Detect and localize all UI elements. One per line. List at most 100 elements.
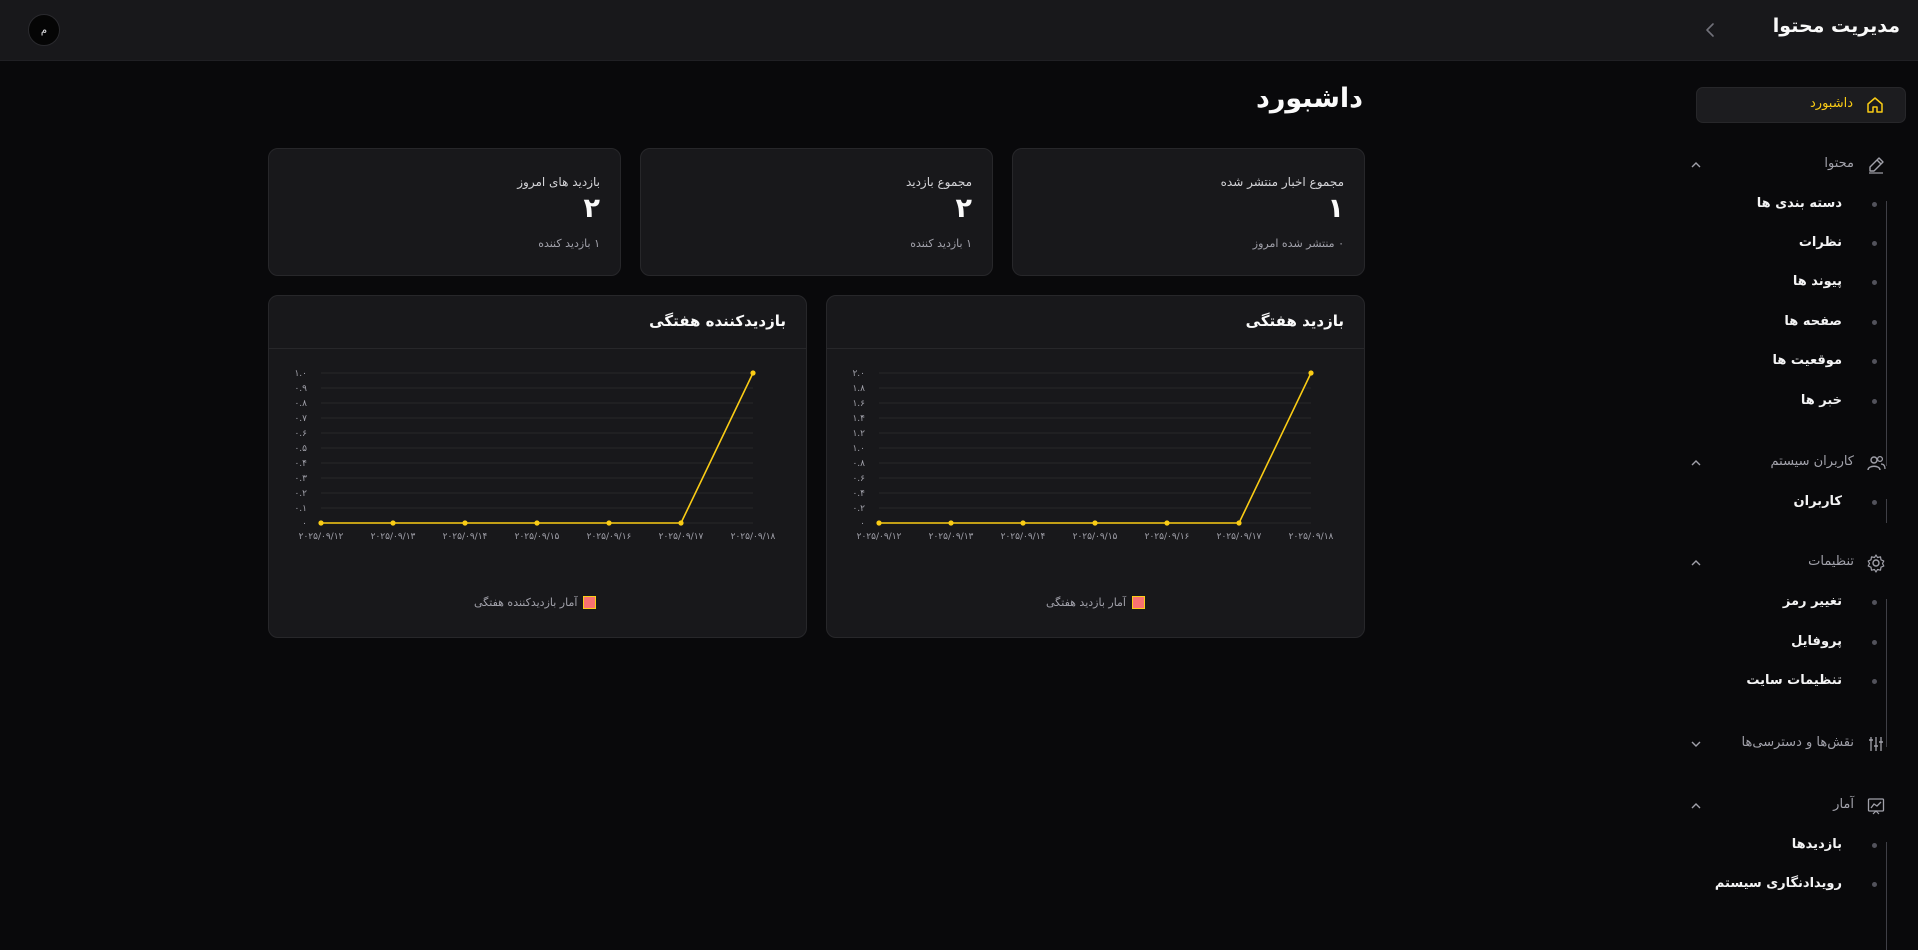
x-tick-label: ۲۰۲۵/۰۹/۱۴ — [1001, 532, 1046, 542]
sidebar-item-news[interactable]: خبر ها — [1670, 388, 1906, 416]
home-icon — [1867, 97, 1883, 113]
y-tick-label: ۱.۲ — [852, 429, 865, 439]
chart-header: بازدید هفتگی — [827, 296, 1364, 349]
sidebar-item-links[interactable]: پیوند ها — [1670, 269, 1906, 297]
tree-dot — [1872, 843, 1877, 848]
data-point — [948, 520, 954, 526]
y-tick-label: ۰.۵ — [294, 444, 307, 454]
tree-dot — [1872, 320, 1877, 325]
sidebar-item-change-password[interactable]: تغییر رمز — [1670, 589, 1906, 617]
chevron-up-icon — [1691, 803, 1701, 809]
tree-dot — [1872, 500, 1877, 505]
sidebar-group-label: آمار — [1833, 797, 1854, 812]
chevron-up-icon — [1691, 162, 1701, 168]
data-point — [1236, 520, 1242, 526]
sidebar-item-categories[interactable]: دسته بندی ها — [1670, 191, 1906, 219]
tree-dot — [1872, 600, 1877, 605]
chart-header: بازدیدکننده هفتگی — [269, 296, 806, 349]
data-point — [534, 520, 540, 526]
chart-title: بازدیدکننده هفتگی — [649, 312, 786, 330]
tree-dot — [1872, 640, 1877, 645]
top-bar: مدیریت محتوا م — [0, 0, 1918, 61]
tree-dot — [1872, 241, 1877, 246]
y-tick-label: ۰.۶ — [294, 429, 307, 439]
chevron-up-icon — [1691, 460, 1701, 466]
tree-dot — [1872, 679, 1877, 684]
x-tick-label: ۲۰۲۵/۰۹/۱۲ — [857, 532, 902, 542]
y-tick-label: ۱.۸ — [852, 384, 865, 394]
stat-value: ۲ — [955, 193, 972, 224]
avatar[interactable]: م — [28, 14, 60, 46]
sidebar-group-label: نقش‌ها و دسترسی‌ها — [1741, 735, 1854, 750]
tree-dot — [1872, 202, 1877, 207]
stat-card-today-visits: بازدید های امروز ۲ ۱ بازدید کننده — [268, 148, 621, 276]
sidebar-item-label: داشبورد — [1810, 96, 1853, 111]
sidebar-item-pages[interactable]: صفحه ها — [1670, 309, 1906, 337]
sliders-icon — [1869, 737, 1883, 751]
chevron-left-icon — [1706, 23, 1714, 37]
chart-weekly-visits: ۰ ۰.۲ ۰.۴ ۰.۶ ۰.۸ ۱.۰ ۱.۲ ۱.۴ ۱.۶ ۱.۸ ۲.۰ ۲۰۲۵/۰۹/۱… — [852, 369, 1334, 542]
y-tick-label: ۰.۴ — [294, 459, 307, 469]
data-point — [1092, 520, 1098, 526]
y-tick-label: ۱.۰ — [852, 444, 865, 454]
sidebar-item-label: کاربران — [1793, 494, 1842, 509]
sidebar-group-users[interactable]: کاربران سیستم — [1670, 449, 1906, 477]
y-tick-label: ۰.۴ — [852, 489, 865, 499]
sidebar-item-label: خبر ها — [1800, 393, 1842, 408]
sidebar-group-stats[interactable]: آمار — [1670, 792, 1906, 820]
x-tick-label: ۲۰۲۵/۰۹/۱۷ — [1217, 532, 1262, 542]
x-tick-label: ۲۰۲۵/۰۹/۱۸ — [1289, 532, 1334, 542]
x-tick-label: ۲۰۲۵/۰۹/۱۴ — [443, 532, 488, 542]
sidebar-group-roles[interactable]: نقش‌ها و دسترسی‌ها — [1670, 730, 1906, 758]
sidebar-item-label: موقعیت ها — [1772, 353, 1842, 368]
sidebar-group-settings[interactable]: تنظیمات — [1670, 549, 1906, 577]
data-point — [876, 520, 882, 526]
tree-dot — [1872, 882, 1877, 887]
stat-subtext: ۱ بازدید کننده — [910, 237, 972, 250]
sidebar-item-label: بازدیدها — [1791, 837, 1842, 852]
stat-subtext: ۱ بازدید کننده — [538, 237, 600, 250]
y-tick-label: ۲.۰ — [852, 369, 865, 379]
data-point — [318, 520, 324, 526]
stat-card-published-news: مجموع اخبار منتشر شده ۱ ۰ منتشر شده امرو… — [1012, 148, 1365, 276]
data-point — [462, 520, 468, 526]
sidebar-item-visits[interactable]: بازدیدها — [1670, 832, 1906, 860]
y-tick-label: ۰.۶ — [852, 474, 865, 484]
y-tick-label: ۰.۳ — [294, 474, 307, 484]
stat-card-total-visits: مجموع بازدید ۲ ۱ بازدید کننده — [640, 148, 993, 276]
sidebar-item-comments[interactable]: نظرات — [1670, 230, 1906, 258]
y-tick-label: ۰.۸ — [294, 399, 307, 409]
sidebar-item-system-log[interactable]: رویدادنگاری سیستم — [1670, 871, 1906, 899]
sidebar-item-positions[interactable]: موقعیت ها — [1670, 348, 1906, 376]
x-tick-label: ۲۰۲۵/۰۹/۱۵ — [1073, 532, 1118, 542]
stat-value: ۲ — [583, 193, 600, 224]
chart-legend[interactable]: آمار بازدیدکننده هفتگی — [474, 594, 597, 610]
y-tick-label: ۰.۱ — [294, 504, 307, 514]
x-tick-label: ۲۰۲۵/۰۹/۱۶ — [587, 532, 632, 542]
x-tick-label: ۲۰۲۵/۰۹/۱۳ — [371, 532, 416, 542]
page-title: داشبورد — [1255, 83, 1363, 114]
sidebar-item-users[interactable]: کاربران — [1670, 489, 1906, 517]
sidebar-item-site-settings[interactable]: تنظیمات سایت — [1670, 668, 1906, 696]
y-tick-label: ۱.۴ — [852, 414, 865, 424]
sidebar-item-label: دسته بندی ها — [1756, 196, 1842, 211]
chevron-up-icon — [1691, 560, 1701, 566]
legend-label: آمار بازدیدکننده هفتگی — [474, 595, 578, 609]
collapse-sidebar-button[interactable] — [1700, 19, 1722, 41]
sidebar-group-label: محتوا — [1824, 156, 1854, 171]
chart-card-weekly-visitors: بازدیدکننده هفتگی ۰ ۰.۱ ۰.۲ ۰.۳ ۰.۴ ۰.۵ ۰.۶ ۰.۷… — [268, 295, 807, 638]
chart-card-weekly-visits: بازدید هفتگی ۰ ۰.۲ ۰.۴ ۰.۶ ۰.۸ ۱.۰ ۱.۲ ۱.۴ ۱.۶ ۱.… — [826, 295, 1365, 638]
x-tick-label: ۲۰۲۵/۰۹/۱۲ — [299, 532, 344, 542]
tree-dot — [1872, 280, 1877, 285]
sidebar-item-label: نظرات — [1798, 235, 1842, 250]
tree-dot — [1872, 399, 1877, 404]
sidebar-group-content[interactable]: محتوا — [1670, 151, 1906, 179]
chart-legend[interactable]: آمار بازدید هفتگی — [1046, 594, 1145, 610]
y-tick-label: ۰.۷ — [294, 414, 307, 424]
y-tick-label: ۱.۰ — [294, 369, 307, 379]
chevron-down-icon — [1691, 741, 1701, 747]
sidebar: داشبورد محتوا دسته بندی ها نظرات پیوند ه… — [1656, 61, 1918, 950]
sidebar-item-dashboard[interactable]: داشبورد — [1696, 87, 1906, 123]
stat-title: بازدید های امروز — [517, 175, 600, 189]
sidebar-item-profile[interactable]: پروفایل — [1670, 629, 1906, 657]
